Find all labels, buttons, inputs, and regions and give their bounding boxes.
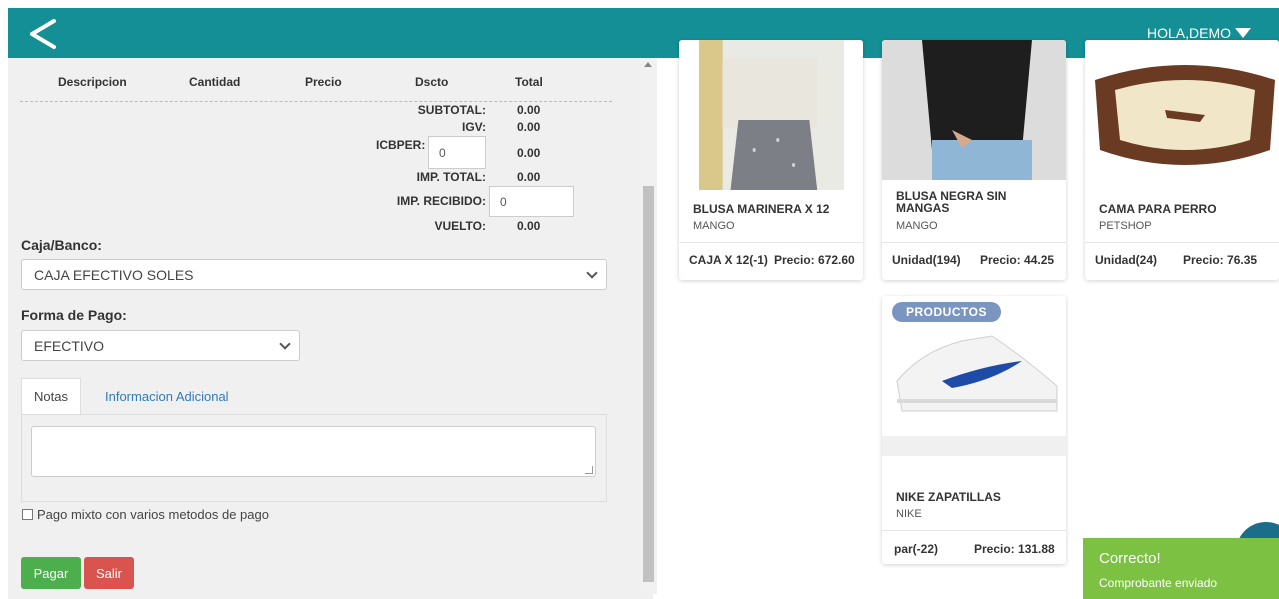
product-card[interactable]: PRODUCTOS NIKE ZAPATILLAS NIKE par(-22) … [882, 296, 1066, 564]
product-image [1085, 40, 1279, 180]
notas-textarea[interactable] [31, 426, 596, 477]
product-price: Precio: 672.60 [774, 253, 855, 267]
igv-label: IGV: [461, 120, 486, 134]
subtotal-value: 0.00 [517, 103, 541, 117]
imp-recibido-input[interactable]: 0 [489, 186, 574, 217]
chevron-down-icon [586, 267, 598, 279]
icbper-input[interactable]: 0 [428, 136, 486, 169]
product-brand: MANGO [896, 220, 938, 232]
chevron-down-icon [279, 338, 291, 350]
salir-button[interactable]: Salir [84, 557, 134, 589]
table-divider [20, 101, 612, 102]
product-image [882, 40, 1066, 180]
pago-mixto-checkbox[interactable] [22, 509, 33, 520]
success-toast[interactable]: Correcto! Comprobante enviado [1083, 538, 1279, 599]
column-header-total: Total [515, 75, 543, 89]
product-price: Precio: 131.88 [974, 542, 1055, 556]
card-divider [882, 530, 1066, 531]
vuelto-value: 0.00 [517, 219, 541, 233]
imp-recibido-label: IMP. RECIBIDO: [396, 194, 486, 208]
pago-mixto-label: Pago mixto con varios metodos de pago [37, 507, 269, 522]
product-price: Precio: 44.25 [980, 253, 1055, 267]
scrollbar[interactable] [640, 58, 657, 594]
caja-select-value: CAJA EFECTIVO SOLES [34, 266, 194, 283]
tab-notas[interactable]: Notas [21, 378, 81, 414]
pago-mixto-checkbox-row[interactable]: Pago mixto con varios metodos de pago [22, 507, 269, 522]
user-menu[interactable]: HOLA,DEMO [1147, 25, 1251, 41]
caret-down-icon [1235, 28, 1251, 38]
column-header-precio: Precio [305, 75, 342, 89]
card-divider [679, 242, 863, 243]
forma-pago-select-value: EFECTIVO [34, 337, 105, 354]
product-unit: Unidad(194) [892, 253, 961, 267]
scroll-up-arrow-icon[interactable] [644, 62, 652, 67]
column-header-dscto: Dscto [415, 75, 449, 89]
vuelto-label: VUELTO: [434, 219, 486, 233]
product-title: BLUSA NEGRA SIN MANGAS [896, 189, 1007, 215]
resize-handle-icon[interactable] [585, 466, 593, 474]
caja-label: Caja/Banco: [21, 237, 102, 253]
imp-total-value: 0.00 [517, 170, 541, 184]
toast-message: Comprobante enviado [1099, 576, 1218, 590]
product-unit: CAJA X 12(-1) [689, 253, 768, 267]
product-image [699, 40, 844, 190]
product-card[interactable]: BLUSA NEGRA SIN MANGAS MANGO Unidad(194)… [882, 40, 1066, 280]
caja-select[interactable]: CAJA EFECTIVO SOLES [21, 259, 607, 290]
product-unit: Unidad(24) [1095, 253, 1158, 267]
column-header-descripcion: Descripcion [58, 75, 127, 89]
tab-informacion-adicional[interactable]: Informacion Adicional [93, 378, 241, 414]
pagar-button[interactable]: Pagar [21, 557, 81, 589]
product-brand: PETSHOP [1099, 220, 1152, 232]
product-brand: MANGO [693, 220, 735, 232]
product-title: BLUSA MARINERA X 12 [693, 202, 830, 216]
product-title: CAMA PARA PERRO [1099, 202, 1217, 216]
scrollbar-thumb[interactable] [643, 186, 654, 582]
column-header-cantidad: Cantidad [189, 75, 241, 89]
icbper-value: 0.00 [517, 146, 541, 160]
category-badge: PRODUCTOS [892, 302, 1001, 322]
product-title: NIKE ZAPATILLAS [896, 490, 1001, 504]
subtotal-label: SUBTOTAL: [417, 103, 486, 117]
card-divider [882, 242, 1066, 243]
forma-pago-select[interactable]: EFECTIVO [21, 330, 300, 361]
product-card[interactable]: CAMA PARA PERRO PETSHOP Unidad(24) Preci… [1085, 40, 1279, 280]
toast-title: Correcto! [1099, 550, 1161, 567]
user-menu-label: HOLA,DEMO [1146, 25, 1231, 41]
card-divider [1085, 242, 1279, 243]
forma-pago-label: Forma de Pago: [21, 307, 127, 323]
igv-value: 0.00 [517, 120, 541, 134]
product-brand: NIKE [896, 508, 922, 520]
product-unit: par(-22) [894, 542, 939, 556]
chevron-left-icon[interactable] [24, 18, 64, 50]
product-card[interactable]: BLUSA MARINERA X 12 MANGO CAJA X 12(-1) … [679, 40, 863, 280]
icbper-label: ICBPER: [376, 138, 426, 152]
product-price: Precio: 76.35 [1183, 253, 1258, 267]
imp-total-label: IMP. TOTAL: [416, 170, 486, 184]
